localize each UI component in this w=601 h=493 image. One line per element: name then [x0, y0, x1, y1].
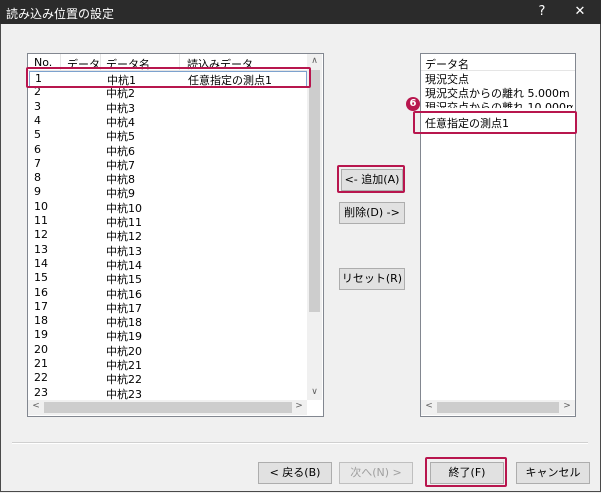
table-row[interactable]: 19 中杭19: [29, 328, 305, 343]
table-row[interactable]: 5 中杭5: [29, 128, 305, 143]
row-no: 14: [34, 256, 48, 270]
row-no: 9: [34, 185, 41, 199]
right-list-item[interactable]: 現況交点からの離れ 5.000m: [425, 85, 573, 100]
table-row[interactable]: 16 中杭16: [29, 285, 305, 301]
row-no: 7: [34, 156, 41, 170]
left-vscroll-thumb[interactable]: [309, 70, 320, 312]
row-no: 19: [34, 328, 48, 342]
table-row[interactable]: 7 中杭7: [29, 156, 305, 172]
row-no: 13: [34, 242, 48, 256]
window-title: 読み込み位置の設定: [6, 7, 115, 21]
table-row[interactable]: 10 中杭10: [29, 199, 305, 215]
row-no: 11: [34, 214, 48, 227]
left-hscroll-thumb[interactable]: [44, 402, 292, 413]
right-hscroll-thumb[interactable]: [437, 402, 559, 413]
table-row[interactable]: 9 中杭9: [29, 185, 305, 200]
row-no: 18: [34, 314, 48, 328]
back-button[interactable]: < 戻る(B): [258, 462, 332, 484]
step-badge: 6: [406, 97, 420, 111]
row-no: 10: [34, 199, 48, 213]
right-col-data-name[interactable]: データ名: [425, 56, 469, 72]
close-icon[interactable]: ✕: [565, 0, 595, 24]
title-bar: 読み込み位置の設定 ? ✕: [0, 0, 601, 24]
row-no: 23: [34, 385, 48, 399]
row-no: 5: [34, 128, 41, 142]
row-no: 1: [35, 72, 42, 85]
row-no: 3: [34, 99, 41, 113]
scroll-left-arrow[interactable]: <: [30, 401, 42, 411]
add-button[interactable]: <- 追加(A): [341, 169, 403, 191]
row-no: 22: [34, 371, 48, 385]
col-no[interactable]: No.: [34, 56, 52, 69]
cancel-button[interactable]: キャンセル: [516, 462, 590, 484]
right-list-item-selected[interactable]: 任意指定の測点1: [425, 115, 573, 130]
col-read-data[interactable]: 読込みデータ: [187, 56, 253, 72]
table-row[interactable]: 6 中杭6: [29, 142, 305, 158]
right-list-item[interactable]: 現況交点: [425, 71, 573, 86]
table-row[interactable]: 13 中杭13: [29, 242, 305, 258]
row-no: 4: [34, 113, 41, 127]
left-vscrollbar[interactable]: ∧ ∨: [307, 54, 322, 400]
reset-button[interactable]: リセット(R): [339, 268, 405, 290]
left-hscrollbar[interactable]: < >: [28, 400, 307, 415]
table-row[interactable]: 22 中杭22: [29, 371, 305, 386]
row-no: 8: [34, 171, 41, 185]
table-row[interactable]: 4 中杭4: [29, 113, 305, 129]
col-data[interactable]: データ: [67, 56, 100, 72]
row-no: 17: [34, 299, 48, 313]
next-button[interactable]: 次へ(N) >: [339, 462, 413, 484]
table-row[interactable]: 20 中杭20: [29, 342, 305, 358]
row-no: 12: [34, 228, 48, 242]
table-row[interactable]: 11 中杭11: [29, 214, 305, 229]
left-data-list[interactable]: No. データ データ名 読込みデータ 1 中杭1 任意指定の測点1 2 中杭2 3 中杭3…: [27, 53, 324, 417]
row-no: 21: [34, 357, 48, 370]
right-list-header: データ名: [421, 54, 575, 71]
scroll-up-arrow[interactable]: ∧: [307, 56, 322, 66]
row-no: 6: [34, 142, 41, 156]
table-row[interactable]: 8 中杭8: [29, 171, 305, 186]
right-hscrollbar[interactable]: < >: [421, 400, 575, 415]
row-no: 15: [34, 271, 48, 285]
row-no: 20: [34, 342, 48, 356]
row-no: 2: [34, 85, 41, 99]
table-row[interactable]: 15 中杭15: [29, 271, 305, 286]
right-data-list[interactable]: データ名 現況交点 現況交点からの離れ 5.000m 現況交点からの離れ 10.…: [420, 53, 576, 417]
scroll-right-arrow[interactable]: >: [293, 401, 305, 411]
table-row[interactable]: 17 中杭17: [29, 299, 305, 315]
row-no: 16: [34, 285, 48, 299]
table-row[interactable]: 2 中杭2: [29, 85, 305, 100]
scroll-down-arrow[interactable]: ∨: [307, 387, 322, 397]
scroll-right-arrow[interactable]: >: [561, 401, 573, 411]
bottom-divider-highlight: [12, 443, 588, 444]
table-row[interactable]: 23 中杭23: [29, 385, 305, 401]
left-list-header: No. データ データ名 読込みデータ: [28, 54, 308, 71]
table-row[interactable]: 14 中杭14: [29, 256, 305, 272]
help-button[interactable]: ?: [527, 0, 557, 24]
table-row[interactable]: 18 中杭18: [29, 314, 305, 329]
table-row[interactable]: 3 中杭3: [29, 99, 305, 115]
col-data-name[interactable]: データ名: [106, 56, 150, 72]
delete-button[interactable]: 削除(D) ->: [339, 202, 405, 224]
finish-button[interactable]: 終了(F): [430, 462, 504, 484]
right-list-item[interactable]: 現況交点からの離れ 10.000m: [425, 99, 573, 108]
table-row[interactable]: 12 中杭12: [29, 228, 305, 243]
scroll-left-arrow[interactable]: <: [423, 401, 435, 411]
table-row[interactable]: 21 中杭21: [29, 357, 305, 372]
